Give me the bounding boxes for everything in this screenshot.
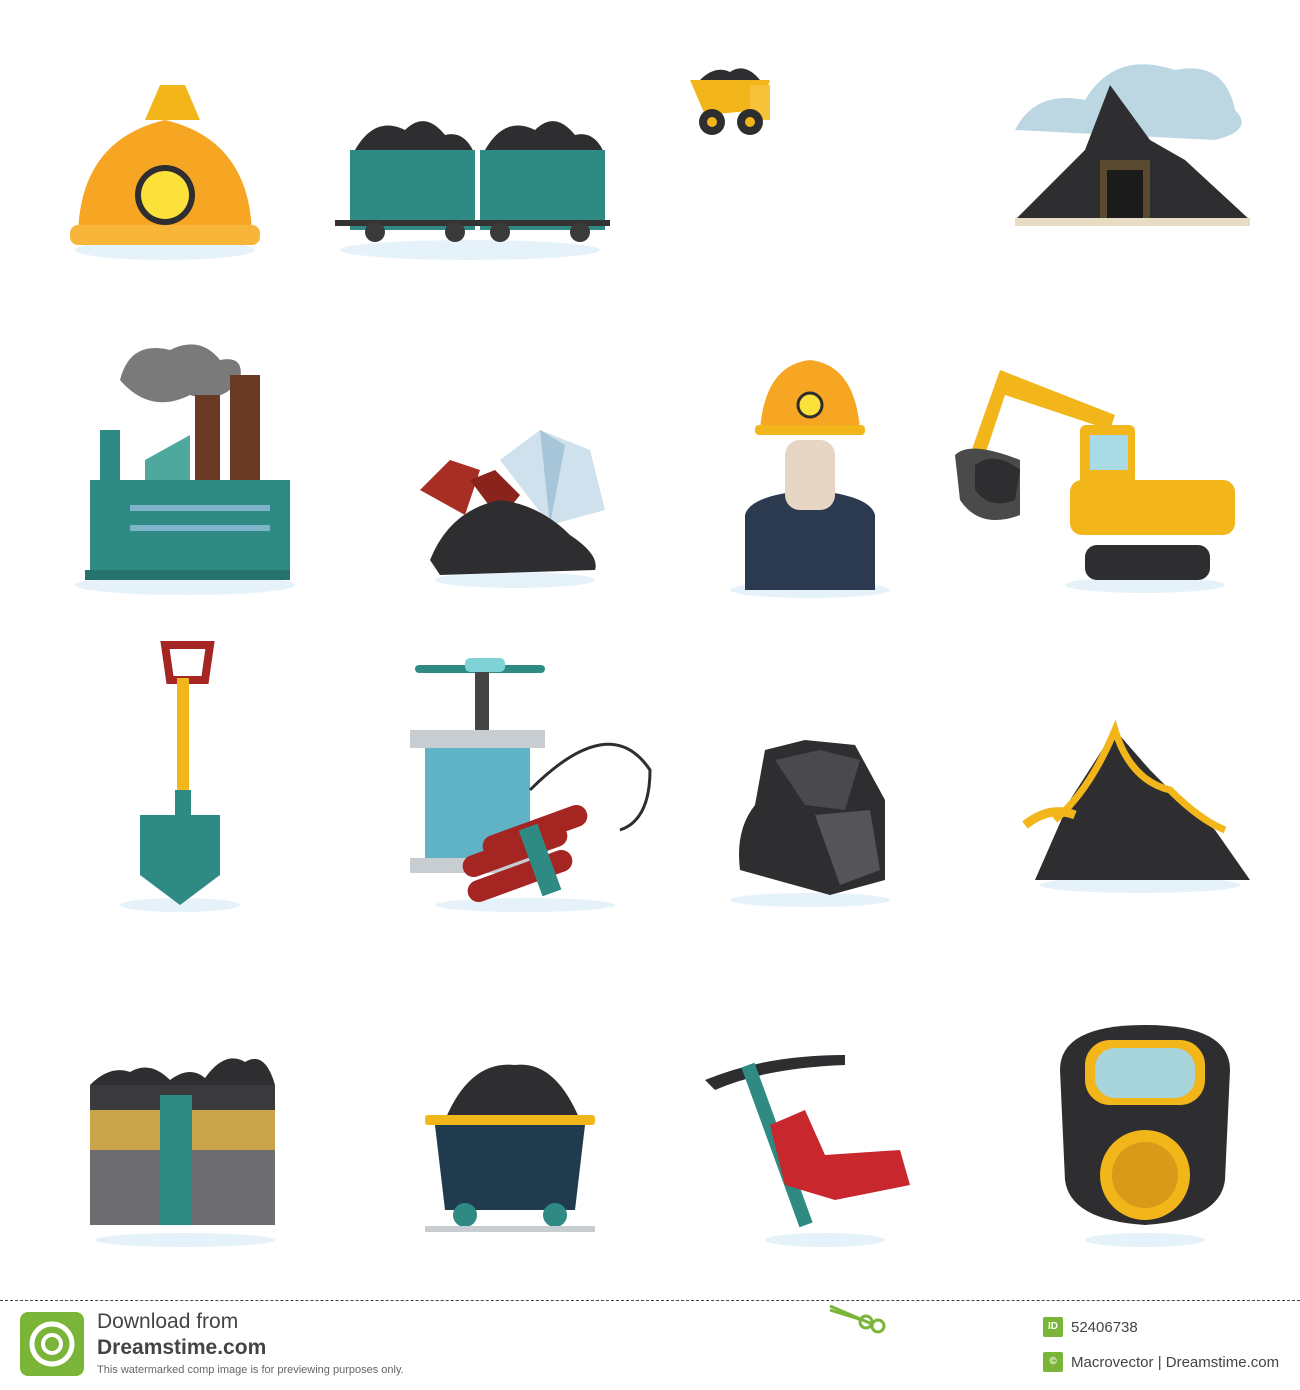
dreamstime-logo-icon	[20, 1312, 84, 1376]
dump-truck-icon	[650, 40, 960, 340]
copyright-badge: ©	[1043, 1352, 1063, 1372]
gold-ore-icon	[980, 630, 1290, 930]
footer-download-text: Download from	[97, 1310, 239, 1333]
pickaxe-icon	[655, 1010, 965, 1310]
mining-helmet-icon	[10, 60, 320, 360]
mine-cart-icon	[350, 1010, 660, 1310]
watermark-footer: Download from Dreamstime.com This waterm…	[0, 1300, 1300, 1390]
mine-entrance-icon	[975, 30, 1285, 330]
author-credit: Macrovector | Dreamstime.com	[1071, 1354, 1280, 1371]
coal-train-icon	[315, 60, 625, 360]
coal-lump-icon	[655, 630, 965, 930]
coal-seam-icon	[30, 1010, 340, 1310]
cut-line	[0, 1300, 1300, 1301]
id-badge: ID	[1043, 1317, 1063, 1337]
miner-icon	[655, 330, 965, 630]
footer-disclaimer: This watermarked comp image is for previ…	[97, 1364, 404, 1376]
detonator-dynamite-icon	[370, 630, 680, 930]
gems-icon	[370, 330, 680, 630]
image-id: 52406738	[1071, 1319, 1138, 1336]
gas-mask-icon	[990, 1010, 1300, 1310]
scissors-icon	[829, 1304, 886, 1334]
factory-icon	[30, 330, 340, 630]
excavator-icon	[950, 330, 1260, 630]
shovel-icon	[25, 630, 335, 930]
footer-site-text: Dreamstime.com	[97, 1336, 267, 1359]
